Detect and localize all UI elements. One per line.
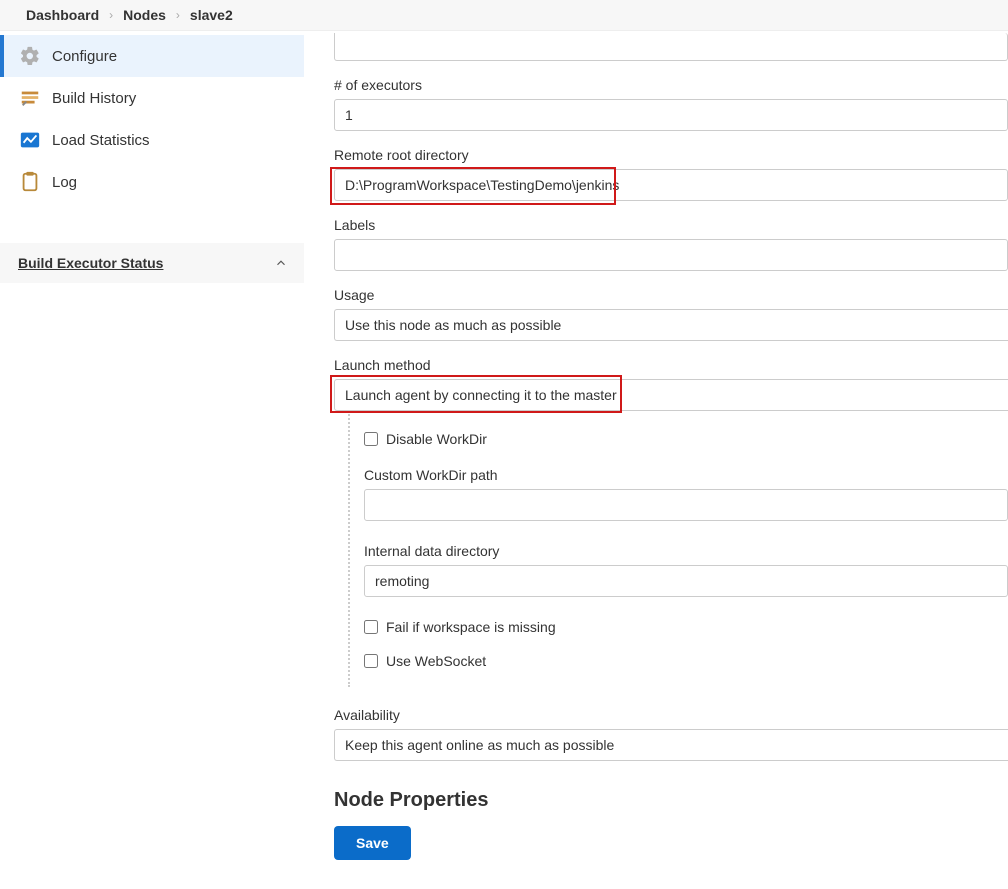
breadcrumb-dashboard[interactable]: Dashboard: [18, 7, 107, 23]
breadcrumbs: Dashboard › Nodes › slave2: [0, 0, 1008, 31]
save-button[interactable]: Save: [334, 826, 411, 860]
history-icon: [18, 86, 42, 110]
breadcrumb-sep-icon: ›: [174, 8, 182, 22]
fail-if-missing-label: Fail if workspace is missing: [386, 619, 556, 635]
labels-label: Labels: [334, 217, 1008, 233]
node-properties-heading: Node Properties: [334, 789, 1008, 812]
labels-input[interactable]: [334, 239, 1008, 271]
main-content: # of executors Remote root directory Lab…: [304, 31, 1008, 860]
sidebar-item-label: Build History: [52, 90, 136, 107]
executors-input[interactable]: [334, 99, 1008, 131]
availability-label: Availability: [334, 707, 1008, 723]
remote-root-label: Remote root directory: [334, 147, 1008, 163]
sidebar: Configure Build History Load Statistics …: [0, 31, 304, 860]
sidebar-item-label: Configure: [52, 48, 117, 65]
launch-method-label: Launch method: [334, 357, 1008, 373]
launch-method-select[interactable]: Launch agent by connecting it to the mas…: [334, 379, 1008, 411]
launch-method-select-value: Launch agent by connecting it to the mas…: [345, 387, 617, 403]
breadcrumb-slave2[interactable]: slave2: [182, 7, 241, 23]
internal-data-label: Internal data directory: [364, 543, 1008, 559]
launch-method-nested-panel: Disable WorkDir Custom WorkDir path Inte…: [348, 411, 1008, 687]
use-websocket-label: Use WebSocket: [386, 653, 486, 669]
sidebar-item-configure[interactable]: Configure: [0, 35, 304, 77]
internal-data-input[interactable]: [364, 565, 1008, 597]
custom-workdir-label: Custom WorkDir path: [364, 467, 1008, 483]
sidebar-item-load-statistics[interactable]: Load Statistics: [0, 119, 304, 161]
build-executor-status-label: Build Executor Status: [18, 255, 163, 271]
chevron-up-icon: [274, 256, 288, 270]
fail-if-missing-checkbox[interactable]: [364, 620, 378, 634]
breadcrumb-nodes[interactable]: Nodes: [115, 7, 174, 23]
sidebar-item-log[interactable]: Log: [0, 161, 304, 203]
usage-select[interactable]: Use this node as much as possible: [334, 309, 1008, 341]
sidebar-item-label: Load Statistics: [52, 132, 150, 149]
use-websocket-checkbox[interactable]: [364, 654, 378, 668]
gear-icon: [18, 44, 42, 68]
breadcrumb-sep-icon: ›: [107, 8, 115, 22]
sidebar-item-build-history[interactable]: Build History: [0, 77, 304, 119]
clipboard-icon: [18, 170, 42, 194]
disable-workdir-checkbox[interactable]: [364, 432, 378, 446]
name-or-prev-field[interactable]: [334, 33, 1008, 61]
availability-select[interactable]: Keep this agent online as much as possib…: [334, 729, 1008, 761]
build-executor-status-header[interactable]: Build Executor Status: [0, 243, 304, 283]
sidebar-item-label: Log: [52, 174, 77, 191]
executors-label: # of executors: [334, 77, 1008, 93]
custom-workdir-input[interactable]: [364, 489, 1008, 521]
remote-root-input[interactable]: [334, 169, 1008, 201]
stats-icon: [18, 128, 42, 152]
usage-label: Usage: [334, 287, 1008, 303]
disable-workdir-label: Disable WorkDir: [386, 431, 487, 447]
usage-select-value: Use this node as much as possible: [345, 317, 561, 333]
availability-select-value: Keep this agent online as much as possib…: [345, 737, 614, 753]
